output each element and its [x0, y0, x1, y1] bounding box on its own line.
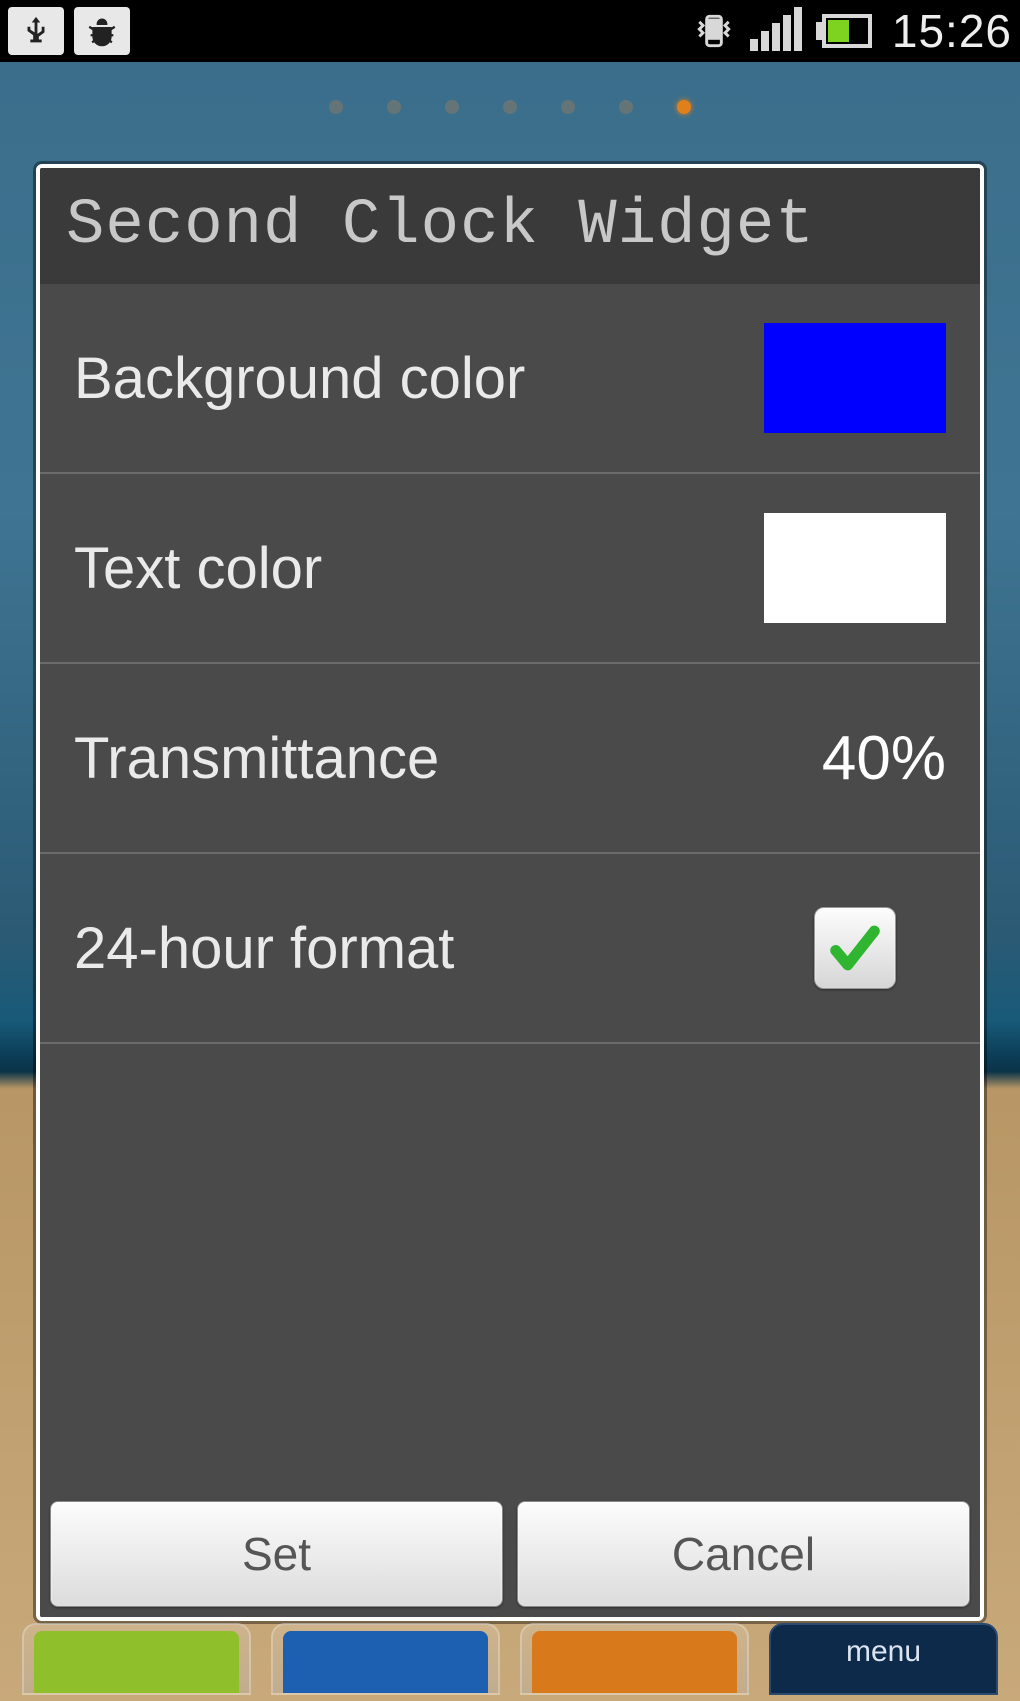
transmittance-value: 40% [822, 723, 946, 794]
bug-icon [74, 7, 130, 55]
dock-item[interactable] [520, 1623, 749, 1695]
status-left [8, 7, 692, 55]
dialog-title: Second Clock Widget [40, 168, 980, 284]
page-dot-active[interactable] [677, 100, 691, 114]
page-indicator [0, 100, 1020, 114]
check-icon [826, 919, 884, 977]
row-background-color[interactable]: Background color [40, 284, 980, 474]
vibrate-icon [692, 9, 736, 53]
page-dot[interactable] [561, 100, 575, 114]
row-hour-format[interactable]: 24-hour format [40, 854, 980, 1044]
page-dot[interactable] [445, 100, 459, 114]
status-clock: 15:26 [892, 4, 1012, 58]
text-color-swatch[interactable] [764, 513, 946, 623]
status-bar: 15:26 [0, 0, 1020, 62]
dock-item[interactable] [271, 1623, 500, 1695]
row-transmittance[interactable]: Transmittance 40% [40, 664, 980, 854]
set-button[interactable]: Set [50, 1501, 503, 1607]
row-label: Background color [74, 345, 525, 412]
dock-menu-label: menu [846, 1635, 921, 1669]
hour-format-checkbox[interactable] [814, 907, 896, 989]
screen: 15:26 Second Clock Widget Background col… [0, 0, 1020, 1701]
page-dot[interactable] [329, 100, 343, 114]
background-color-swatch[interactable] [764, 323, 946, 433]
page-dot[interactable] [387, 100, 401, 114]
dock: menu [22, 1623, 998, 1695]
dialog-spacer [40, 1044, 980, 1491]
signal-icon [750, 11, 802, 51]
page-dot[interactable] [619, 100, 633, 114]
dialog-body: Background color Text color Transmittanc… [40, 284, 980, 1491]
row-label: Text color [74, 535, 322, 602]
page-dot[interactable] [503, 100, 517, 114]
row-label: Transmittance [74, 725, 439, 792]
row-label: 24-hour format [74, 915, 454, 982]
status-right: 15:26 [692, 4, 1012, 58]
dialog-buttons: Set Cancel [40, 1491, 980, 1617]
widget-config-dialog: Second Clock Widget Background color Tex… [36, 164, 984, 1621]
dock-item[interactable] [22, 1623, 251, 1695]
usb-icon [8, 7, 64, 55]
dock-menu-button[interactable]: menu [769, 1623, 998, 1695]
cancel-button[interactable]: Cancel [517, 1501, 970, 1607]
battery-icon [816, 14, 872, 48]
row-text-color[interactable]: Text color [40, 474, 980, 664]
